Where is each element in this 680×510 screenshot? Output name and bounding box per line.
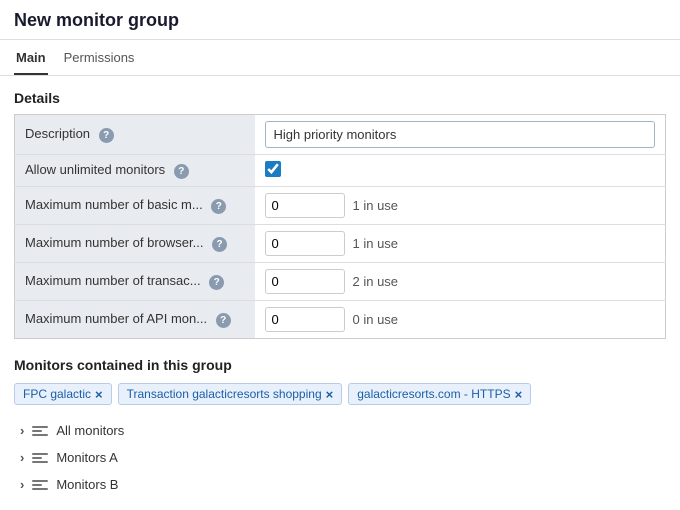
help-icon-browser[interactable]: ? <box>212 237 227 252</box>
list-label-all-monitors: All monitors <box>56 423 124 438</box>
max-basic-input[interactable] <box>265 193 345 218</box>
details-table: Description ? Allow unlimited monitors ?… <box>14 114 666 339</box>
tag-galactic-https: galacticresorts.com - HTTPS × <box>348 383 531 405</box>
browser-usage: 1 in use <box>353 236 399 251</box>
list-icon-b <box>32 480 48 490</box>
list-label-monitors-b: Monitors B <box>56 477 118 492</box>
help-icon-basic[interactable]: ? <box>211 199 226 214</box>
chevron-right-icon-b: › <box>20 477 24 492</box>
content-area: Details Description ? Allow unlimited mo… <box>0 76 680 510</box>
list-label-monitors-a: Monitors A <box>56 450 117 465</box>
row-max-transac: Maximum number of transac... ? 2 in use <box>15 263 666 301</box>
chevron-right-icon-all: › <box>20 423 24 438</box>
details-section-title: Details <box>14 90 666 106</box>
value-max-api: 0 in use <box>255 301 666 339</box>
tag-transaction-galactic: Transaction galacticresorts shopping × <box>118 383 343 405</box>
help-icon-description[interactable]: ? <box>99 128 114 143</box>
tab-permissions[interactable]: Permissions <box>62 40 137 75</box>
monitors-group-section: Monitors contained in this group FPC gal… <box>14 357 666 496</box>
max-browser-input[interactable] <box>265 231 345 256</box>
chevron-right-icon-a: › <box>20 450 24 465</box>
basic-usage: 1 in use <box>353 198 399 213</box>
monitors-group-title: Monitors contained in this group <box>14 357 666 373</box>
list-icon-all <box>32 426 48 436</box>
tag-fpc-galactic: FPC galactic × <box>14 383 112 405</box>
monitor-list: › All monitors › Monitors A › <box>14 419 666 496</box>
help-icon-unlimited[interactable]: ? <box>174 164 189 179</box>
monitor-tags-container: FPC galactic × Transaction galacticresor… <box>14 383 666 405</box>
value-max-basic: 1 in use <box>255 187 666 225</box>
transac-usage: 2 in use <box>353 274 399 289</box>
allow-unlimited-checkbox[interactable] <box>265 161 281 177</box>
value-description <box>255 115 666 155</box>
list-item-monitors-a[interactable]: › Monitors A <box>14 446 666 469</box>
page-header: New monitor group <box>0 0 680 40</box>
row-allow-unlimited: Allow unlimited monitors ? <box>15 155 666 187</box>
remove-tag-https[interactable]: × <box>515 388 523 401</box>
help-icon-api[interactable]: ? <box>216 313 231 328</box>
remove-tag-transaction[interactable]: × <box>326 388 334 401</box>
max-transac-input[interactable] <box>265 269 345 294</box>
label-allow-unlimited: Allow unlimited monitors ? <box>15 155 255 187</box>
list-item-all-monitors[interactable]: › All monitors <box>14 419 666 442</box>
row-max-api: Maximum number of API mon... ? 0 in use <box>15 301 666 339</box>
label-description: Description ? <box>15 115 255 155</box>
row-max-browser: Maximum number of browser... ? 1 in use <box>15 225 666 263</box>
value-allow-unlimited <box>255 155 666 187</box>
row-max-basic: Maximum number of basic m... ? 1 in use <box>15 187 666 225</box>
row-description: Description ? <box>15 115 666 155</box>
api-usage: 0 in use <box>353 312 399 327</box>
value-max-browser: 1 in use <box>255 225 666 263</box>
tab-main[interactable]: Main <box>14 40 48 75</box>
label-max-transac: Maximum number of transac... ? <box>15 263 255 301</box>
label-max-basic: Maximum number of basic m... ? <box>15 187 255 225</box>
description-input[interactable] <box>265 121 656 148</box>
value-max-transac: 2 in use <box>255 263 666 301</box>
tabs-bar: Main Permissions <box>0 40 680 76</box>
help-icon-transac[interactable]: ? <box>209 275 224 290</box>
label-max-api: Maximum number of API mon... ? <box>15 301 255 339</box>
list-icon-a <box>32 453 48 463</box>
list-item-monitors-b[interactable]: › Monitors B <box>14 473 666 496</box>
max-api-input[interactable] <box>265 307 345 332</box>
label-max-browser: Maximum number of browser... ? <box>15 225 255 263</box>
remove-tag-fpc[interactable]: × <box>95 388 103 401</box>
page-title: New monitor group <box>14 10 179 30</box>
